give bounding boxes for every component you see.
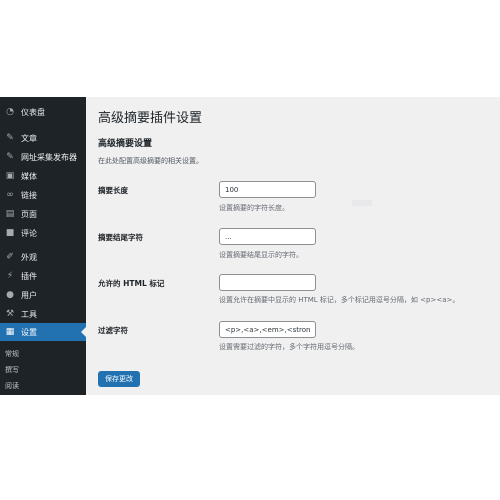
filter-chars-input[interactable]	[219, 321, 316, 338]
sidebar-item-label: 插件	[21, 271, 37, 281]
allowed-html-label: 允许的 HTML 标记	[98, 279, 165, 288]
link-icon: ∞	[6, 189, 14, 200]
sidebar-item-label: 媒体	[21, 171, 37, 181]
sidebar-item-label: 用户	[21, 290, 37, 300]
filter-chars-label: 过滤字符	[98, 326, 128, 335]
sidebar-item-appearance[interactable]: ✐ 外观	[0, 248, 86, 266]
sidebar-item-label: 页面	[21, 209, 37, 219]
active-arrow	[81, 327, 86, 337]
sidebar-item-media[interactable]: ▣ 媒体	[0, 167, 86, 185]
sidebar-item-label: 评论	[21, 228, 37, 238]
excerpt-more-input[interactable]	[219, 228, 316, 245]
excerpt-more-help: 设置摘要结尾显示的字符。	[219, 251, 303, 259]
sidebar-item-tools[interactable]: ⚒ 工具	[0, 305, 86, 323]
sidebar-item-label: 网址采集发布器	[21, 152, 77, 162]
submenu-item-general[interactable]: 常规	[5, 349, 19, 359]
sidebar-item-url-collector[interactable]: ✎ 网址采集发布器	[0, 148, 86, 166]
excerpt-length-input[interactable]	[219, 181, 316, 198]
sidebar-item-links[interactable]: ∞ 链接	[0, 186, 86, 204]
blurred-area	[352, 200, 372, 206]
filter-chars-help: 设置需要过滤的字符，多个字符用逗号分隔。	[219, 343, 359, 351]
wrench-icon: ⚒	[5, 308, 15, 319]
sidebar-item-label: 外观	[21, 252, 37, 262]
dashboard-icon: ◔	[6, 106, 14, 117]
pin-icon: ✎	[6, 151, 14, 162]
excerpt-length-help: 设置摘要的字符长度。	[219, 204, 289, 212]
sidebar-item-label: 工具	[21, 309, 37, 319]
excerpt-length-label: 摘要长度	[98, 186, 128, 195]
sidebar-item-label: 链接	[21, 190, 37, 200]
submenu-item-reading[interactable]: 阅读	[5, 381, 19, 391]
save-button[interactable]: 保存更改	[98, 371, 140, 387]
sidebar-item-dashboard[interactable]: ◔ 仪表盘	[0, 103, 86, 121]
sidebar-item-label: 仪表盘	[21, 107, 45, 117]
sidebar-item-posts[interactable]: ✎ 文章	[0, 129, 86, 147]
allowed-html-help: 设置允许在摘要中显示的 HTML 标记，多个标记用逗号分隔，如 <p><a>。	[219, 296, 460, 304]
sidebar-item-users[interactable]: ● 用户	[0, 286, 86, 304]
sidebar-item-label: 文章	[21, 133, 37, 143]
settings-main: 高级摘要插件设置 高级摘要设置 在此处配置高级摘要的相关设置。 摘要长度 设置摘…	[98, 97, 500, 395]
admin-frame: ◔ 仪表盘 ✎ 文章 ✎ 网址采集发布器 ▣ 媒体 ∞ 链接 ▤ 页面 ■ 评论…	[0, 97, 500, 395]
brush-icon: ✐	[6, 251, 14, 262]
section-title: 高级摘要设置	[98, 139, 153, 149]
sidebar-item-settings[interactable]: ▦ 设置	[0, 323, 86, 341]
excerpt-more-label: 摘要结尾字符	[98, 233, 143, 242]
sidebar-item-plugins[interactable]: ⚡ 插件	[0, 267, 86, 285]
plugin-icon: ⚡	[6, 270, 14, 281]
settings-icon: ▦	[5, 326, 15, 337]
comment-icon: ■	[5, 227, 15, 238]
submenu-item-writing[interactable]: 撰写	[5, 365, 19, 375]
sidebar-item-label: 设置	[21, 327, 37, 337]
pin-icon: ✎	[6, 132, 14, 143]
sidebar-item-comments[interactable]: ■ 评论	[0, 224, 86, 242]
sidebar-item-pages[interactable]: ▤ 页面	[0, 205, 86, 223]
section-description: 在此处配置高级摘要的相关设置。	[98, 157, 203, 165]
admin-sidebar: ◔ 仪表盘 ✎ 文章 ✎ 网址采集发布器 ▣ 媒体 ∞ 链接 ▤ 页面 ■ 评论…	[0, 97, 86, 395]
user-icon: ●	[6, 289, 14, 300]
page-title: 高级摘要插件设置	[98, 111, 203, 126]
page-icon: ▤	[5, 208, 15, 219]
media-icon: ▣	[5, 170, 15, 181]
allowed-html-input[interactable]	[219, 274, 316, 291]
